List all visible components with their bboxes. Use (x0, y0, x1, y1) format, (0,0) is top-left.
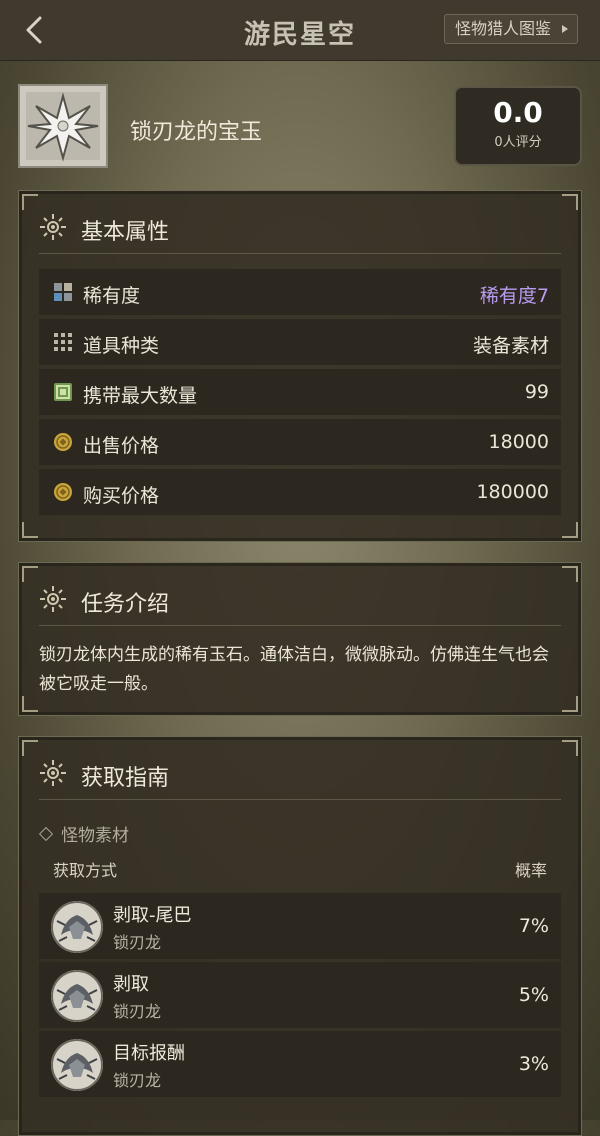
attribute-row-sell-price: 出售价格 18000 (39, 419, 561, 465)
panel-corner (22, 740, 38, 756)
source-monster: 锁刃龙 (113, 933, 162, 952)
item-description: 锁刃龙体内生成的稀有玉石。通体洁白，微微脉动。仿佛连生气也会被它吸走一般。 (39, 645, 549, 694)
attribute-row-rarity: 稀有度 稀有度7 (39, 269, 561, 315)
attribute-row-max-carry: 携带最大数量 99 (39, 369, 561, 415)
source-rate: 3% (518, 1053, 549, 1075)
source-row[interactable]: 剥取 锁刃龙 5% (39, 962, 561, 1028)
item-header: 锁刃龙的宝玉 0.0 0人评分 (18, 84, 582, 170)
attribute-label: 购买价格 (83, 485, 160, 507)
bag-icon (54, 383, 72, 401)
column-header-method: 获取方式 (53, 861, 118, 880)
source-row[interactable]: 目标报酬 锁刃龙 3% (39, 1031, 561, 1097)
grid-icon (54, 333, 72, 351)
attribute-value: 装备素材 (472, 335, 549, 357)
basic-attributes-panel: 基本属性 稀有度 稀有度7 道具种类 装备素材 携带最大数量 99 出售价格 1… (18, 190, 582, 542)
attribute-list: 稀有度 稀有度7 道具种类 装备素材 携带最大数量 99 出售价格 18000 … (39, 269, 561, 519)
source-method: 剥取 (113, 974, 149, 995)
panel-corner (562, 522, 578, 538)
attribute-label: 稀有度 (83, 285, 141, 307)
panel-corner (22, 522, 38, 538)
divider (39, 799, 561, 800)
item-name: 锁刃龙的宝玉 (130, 120, 263, 145)
divider (39, 625, 561, 626)
panel-corner (22, 566, 38, 582)
diamond-icon (38, 826, 54, 842)
attribute-label: 出售价格 (83, 435, 160, 457)
attribute-row-item-type: 道具种类 装备素材 (39, 319, 561, 365)
source-monster: 锁刃龙 (113, 1071, 162, 1090)
panel-corner (22, 194, 38, 210)
source-list: 剥取-尾巴 锁刃龙 7% 剥取 锁刃龙 5% 目标报酬 锁刃龙 3% (39, 893, 561, 1100)
monster-avatar-icon (51, 901, 103, 953)
attribute-label: 道具种类 (83, 335, 160, 357)
attribute-value: 180000 (476, 481, 549, 503)
panel-corner (562, 696, 578, 712)
section-title: 获取指南 (81, 766, 170, 791)
rating-count: 0人评分 (494, 135, 542, 150)
play-triangle-icon (562, 25, 568, 33)
source-method: 剥取-尾巴 (113, 905, 192, 926)
top-bar: 游民星空 怪物猎人图鉴 (0, 0, 600, 61)
divider (39, 253, 561, 254)
sun-emblem-icon (40, 214, 66, 240)
attribute-value: 稀有度7 (479, 285, 549, 307)
monster-avatar-icon (51, 1039, 103, 1091)
source-rate: 7% (518, 915, 549, 937)
panel-corner (562, 566, 578, 582)
coin-icon (54, 483, 72, 501)
coin-icon (54, 433, 72, 451)
rarity-icon (54, 283, 72, 301)
source-method: 目标报酬 (113, 1043, 185, 1064)
attribute-row-buy-price: 购买价格 180000 (39, 469, 561, 515)
panel-corner (562, 740, 578, 756)
column-header-rate: 概率 (514, 861, 547, 880)
section-title: 基本属性 (81, 220, 170, 245)
panel-corner (562, 194, 578, 210)
source-row[interactable]: 剥取-尾巴 锁刃龙 7% (39, 893, 561, 959)
subsection-label: 怪物素材 (61, 826, 129, 846)
source-monster: 锁刃龙 (113, 1002, 162, 1021)
rating-box[interactable]: 0.0 0人评分 (454, 86, 582, 166)
attribute-label: 携带最大数量 (83, 385, 198, 407)
monster-hunter-guide-button[interactable]: 怪物猎人图鉴 (443, 14, 578, 44)
intro-panel: 任务介绍 锁刃龙体内生成的稀有玉石。通体洁白，微微脉动。仿佛连生气也会被它吸走一… (18, 562, 582, 716)
jewel-icon (18, 84, 108, 168)
attribute-value: 99 (524, 381, 549, 403)
attribute-value: 18000 (488, 431, 549, 453)
section-title: 任务介绍 (81, 592, 170, 617)
source-rate: 5% (518, 984, 549, 1006)
obtain-guide-panel: 获取指南 怪物素材 获取方式 概率 剥取-尾巴 锁刃龙 7% 剥取 锁刃龙 5%… (18, 736, 582, 1136)
panel-corner (22, 696, 38, 712)
sun-emblem-icon (40, 760, 66, 786)
sun-emblem-icon (40, 586, 66, 612)
subsection-title: 怪物素材 (38, 821, 129, 846)
monster-avatar-icon (51, 970, 103, 1022)
guide-button-label: 怪物猎人图鉴 (454, 19, 551, 38)
rating-score: 0.0 (493, 96, 543, 129)
